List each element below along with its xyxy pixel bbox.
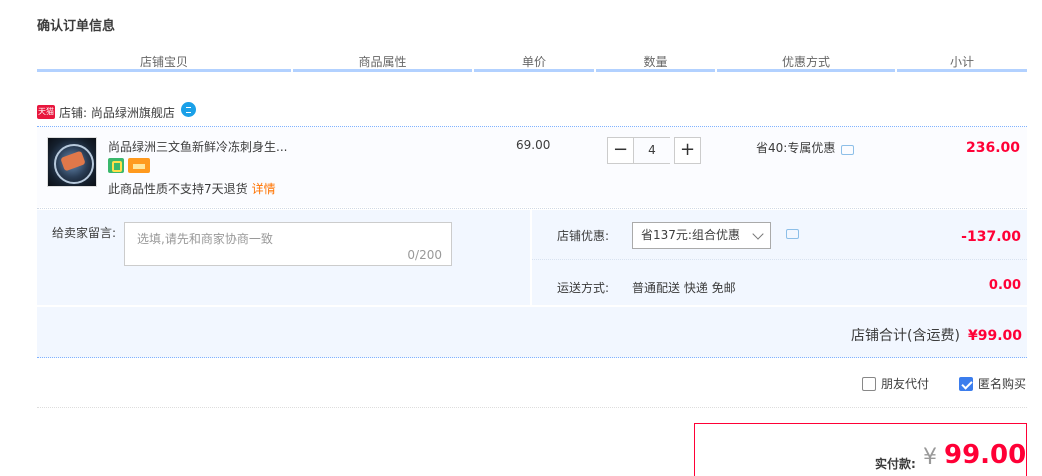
store-discount-value: -137.00	[961, 229, 1021, 245]
store-discount-select[interactable]: 省137元:组合优惠	[632, 222, 771, 249]
shipping-cost: 0.00	[988, 278, 1021, 293]
friend-pay-option[interactable]: 朋友代付	[861, 375, 929, 392]
quantity-stepper: − 4 +	[607, 137, 701, 164]
tmall-icon: 天猫	[37, 105, 55, 119]
card-payment-icon	[128, 158, 150, 173]
divider	[37, 407, 1027, 408]
shipping-label: 运送方式:	[557, 281, 610, 295]
message-icon[interactable]	[786, 229, 799, 239]
product-thumbnail[interactable]	[47, 137, 97, 187]
increase-quantity-button[interactable]: +	[674, 137, 701, 164]
payment-currency: ¥	[923, 445, 937, 470]
order-options: 给卖家留言: 选填,请先和商家协商一致 0/200 店铺优惠: 省137元:组合…	[37, 210, 1027, 306]
chat-bubble-icon[interactable]	[180, 101, 196, 117]
payment-amount: 99.00	[944, 440, 1027, 470]
anonymous-checkbox[interactable]	[958, 376, 973, 391]
chevron-down-icon	[752, 228, 764, 240]
page-title: 确认订单信息	[37, 19, 116, 34]
shipping-method: 普通配送 快递 免邮	[632, 281, 736, 295]
return-policy-note: 此商品性质不支持7天退货 详情	[108, 180, 276, 197]
guarantee-icon	[108, 158, 124, 173]
header-attributes: 商品属性	[293, 54, 472, 72]
store-discount-selected: 省137元:组合优惠	[641, 228, 740, 242]
item-promotion-text: 省40:专属优惠	[756, 141, 836, 155]
shop-row: 天猫 店铺: 尚品绿洲旗舰店	[37, 101, 196, 122]
store-total-amount: ¥99.00	[967, 328, 1022, 344]
service-badges	[108, 158, 150, 173]
seller-message-panel: 给卖家留言: 选填,请先和商家协商一致 0/200	[37, 210, 530, 305]
divider	[37, 208, 1027, 209]
item-subtotal: 236.00	[965, 140, 1020, 156]
message-icon[interactable]	[841, 144, 855, 155]
store-options-panel: 店铺优惠: 省137元:组合优惠 -137.00 运送方式: 普通配送 快递 免…	[532, 210, 1027, 305]
details-link[interactable]: 详情	[252, 182, 276, 196]
shipping-row: 运送方式: 普通配送 快递 免邮 0.00	[532, 261, 1027, 305]
seller-message-placeholder: 选填,请先和商家协商一致	[137, 232, 273, 246]
store-total-bar: 店铺合计(含运费) ¥99.00	[37, 307, 1027, 358]
header-item: 店铺宝贝	[37, 54, 291, 72]
friend-pay-label: 朋友代付	[880, 377, 929, 391]
header-unit-price: 单价	[474, 54, 594, 72]
payment-summary: 实付款: ¥ 99.00	[694, 423, 1027, 476]
anonymous-option[interactable]: 匿名购买	[958, 375, 1026, 392]
product-title-link[interactable]: 尚品绿洲三文鱼新鲜冷冻刺身生...	[108, 138, 287, 155]
return-policy-text: 此商品性质不支持7天退货	[108, 182, 248, 196]
table-header: 店铺宝贝 商品属性 单价 数量 优惠方式 小计	[37, 54, 1027, 76]
unit-price: 69.00	[516, 138, 551, 152]
quantity-input[interactable]: 4	[634, 137, 670, 164]
order-item-row: 尚品绿洲三文鱼新鲜冷冻刺身生... 此商品性质不支持7天退货 详情 69.00 −…	[37, 127, 1027, 207]
header-discount: 优惠方式	[717, 54, 895, 72]
header-subtotal: 小计	[897, 54, 1027, 72]
shop-name-link[interactable]: 店铺: 尚品绿洲旗舰店	[59, 104, 175, 121]
store-total-label: 店铺合计(含运费)	[851, 328, 960, 344]
decrease-quantity-button[interactable]: −	[607, 137, 634, 164]
seller-message-input[interactable]: 选填,请先和商家协商一致 0/200	[124, 222, 452, 266]
store-discount-row: 店铺优惠: 省137元:组合优惠 -137.00	[532, 210, 1027, 260]
friend-pay-checkbox[interactable]	[861, 376, 876, 391]
payment-label: 实付款:	[875, 457, 916, 471]
anonymous-label: 匿名购买	[977, 377, 1026, 391]
char-counter: 0/200	[407, 248, 442, 262]
purchase-options: 朋友代付 匿名购买	[832, 375, 1026, 392]
item-promotion: 省40:专属优惠	[756, 139, 855, 156]
seller-message-label: 给卖家留言:	[52, 226, 117, 240]
header-quantity: 数量	[596, 54, 715, 72]
store-discount-label: 店铺优惠:	[557, 229, 610, 243]
store-total: 店铺合计(含运费) ¥99.00	[851, 325, 1022, 345]
